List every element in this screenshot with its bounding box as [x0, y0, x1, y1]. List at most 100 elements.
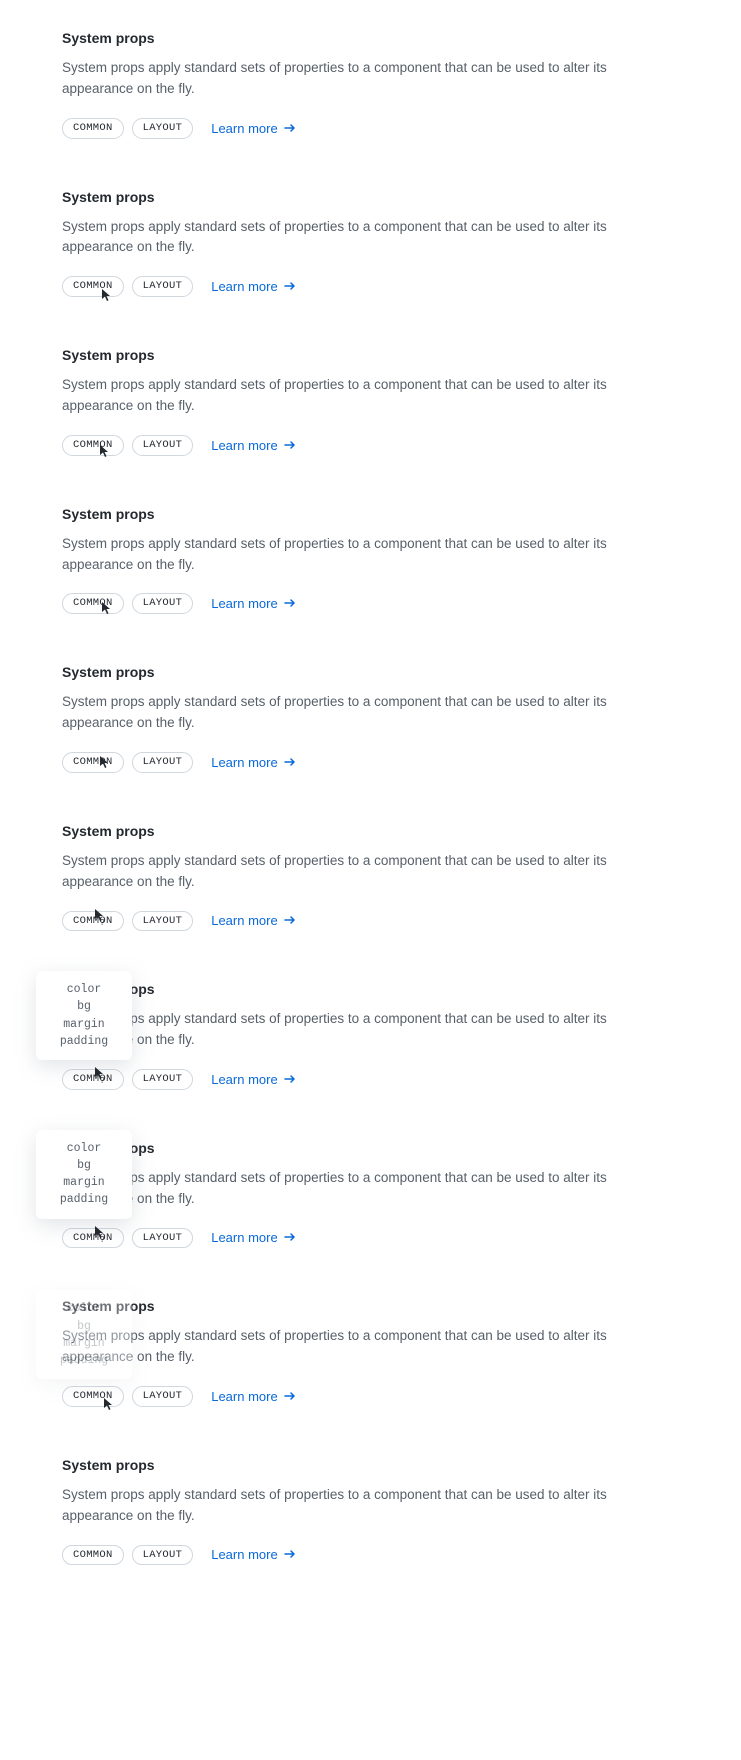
pill-common[interactable]: COMMON — [62, 752, 124, 773]
pill-common[interactable]: COMMON — [62, 911, 124, 932]
pill-common[interactable]: COMMON — [62, 1069, 124, 1090]
section-heading: System props — [62, 30, 679, 46]
tooltip: color bg margin padding — [36, 1290, 132, 1379]
tooltip-item: margin — [50, 1335, 118, 1352]
tooltip-item: padding — [50, 1191, 118, 1208]
pill-row: COMMON LAYOUT Learn more — [62, 1386, 679, 1407]
props-section: System props System props apply standard… — [62, 664, 679, 773]
pill-layout[interactable]: LAYOUT — [132, 1386, 194, 1407]
learn-more-label: Learn more — [211, 596, 277, 611]
pill-common[interactable]: COMMON — [62, 276, 124, 297]
learn-more-link[interactable]: Learn more — [211, 1547, 295, 1562]
pill-layout[interactable]: LAYOUT — [132, 435, 194, 456]
section-description: System props apply standard sets of prop… — [62, 1485, 679, 1527]
tooltip-item: padding — [50, 1352, 118, 1369]
pill-layout[interactable]: LAYOUT — [132, 118, 194, 139]
pill-row: COMMON LAYOUT Learn more — [62, 752, 679, 773]
pill-row: COMMON LAYOUT Learn more — [62, 1228, 679, 1249]
learn-more-link[interactable]: Learn more — [211, 755, 295, 770]
learn-more-link[interactable]: Learn more — [211, 596, 295, 611]
section-description: System props apply standard sets of prop… — [62, 534, 679, 576]
pill-layout[interactable]: LAYOUT — [132, 752, 194, 773]
pill-layout[interactable]: LAYOUT — [132, 1228, 194, 1249]
props-section: System props System props apply standard… — [62, 823, 679, 932]
section-description: System props apply standard sets of prop… — [62, 375, 679, 417]
pill-common[interactable]: COMMON — [62, 1545, 124, 1566]
section-heading: System props — [62, 189, 679, 205]
pill-row: COMMON LAYOUT Learn more — [62, 1545, 679, 1566]
props-section: System props System props apply standard… — [62, 30, 679, 139]
pill-common[interactable]: COMMON — [62, 1228, 124, 1249]
pill-common[interactable]: COMMON — [62, 118, 124, 139]
section-description: System props apply standard sets of prop… — [62, 1009, 679, 1051]
tooltip-item: color — [50, 1300, 118, 1317]
section-description: System props apply standard sets of prop… — [62, 851, 679, 893]
pill-row: COMMON LAYOUT Learn more — [62, 911, 679, 932]
pill-row: COMMON LAYOUT Learn more — [62, 1069, 679, 1090]
learn-more-label: Learn more — [211, 1389, 277, 1404]
tooltip-item: margin — [50, 1016, 118, 1033]
learn-more-label: Learn more — [211, 121, 277, 136]
learn-more-label: Learn more — [211, 279, 277, 294]
section-heading: System props — [62, 981, 679, 997]
pill-row: COMMON LAYOUT Learn more — [62, 118, 679, 139]
tooltip: color bg margin padding — [36, 1130, 132, 1219]
section-description: System props apply standard sets of prop… — [62, 217, 679, 259]
learn-more-link[interactable]: Learn more — [211, 438, 295, 453]
arrow-right-icon — [284, 1389, 296, 1404]
pill-row: COMMON LAYOUT Learn more — [62, 276, 679, 297]
learn-more-link[interactable]: Learn more — [211, 279, 295, 294]
section-heading: System props — [62, 1140, 679, 1156]
learn-more-link[interactable]: Learn more — [211, 913, 295, 928]
arrow-right-icon — [284, 121, 296, 136]
learn-more-label: Learn more — [211, 1547, 277, 1562]
pill-common[interactable]: COMMON — [62, 435, 124, 456]
pill-layout[interactable]: LAYOUT — [132, 276, 194, 297]
props-section: color bg margin padding System props Sys… — [62, 981, 679, 1090]
learn-more-label: Learn more — [211, 438, 277, 453]
section-heading: System props — [62, 1457, 679, 1473]
arrow-right-icon — [284, 279, 296, 294]
learn-more-label: Learn more — [211, 1072, 277, 1087]
learn-more-link[interactable]: Learn more — [211, 1230, 295, 1245]
pill-row: COMMON LAYOUT Learn more — [62, 435, 679, 456]
arrow-right-icon — [284, 1547, 296, 1562]
learn-more-link[interactable]: Learn more — [211, 1389, 295, 1404]
props-section: System props System props apply standard… — [62, 347, 679, 456]
section-heading: System props — [62, 664, 679, 680]
pill-layout[interactable]: LAYOUT — [132, 593, 194, 614]
props-section: color bg margin padding System props Sys… — [62, 1298, 679, 1407]
learn-more-label: Learn more — [211, 755, 277, 770]
learn-more-label: Learn more — [211, 1230, 277, 1245]
section-heading: System props — [62, 506, 679, 522]
arrow-right-icon — [284, 755, 296, 770]
section-description: System props apply standard sets of prop… — [62, 1326, 679, 1368]
tooltip-item: bg — [50, 1157, 118, 1174]
section-description: System props apply standard sets of prop… — [62, 58, 679, 100]
pill-row: COMMON LAYOUT Learn more — [62, 593, 679, 614]
tooltip-item: padding — [50, 1033, 118, 1050]
arrow-right-icon — [284, 438, 296, 453]
pill-common[interactable]: COMMON — [62, 593, 124, 614]
learn-more-link[interactable]: Learn more — [211, 1072, 295, 1087]
pill-layout[interactable]: LAYOUT — [132, 911, 194, 932]
pill-layout[interactable]: LAYOUT — [132, 1069, 194, 1090]
section-heading: System props — [62, 1298, 679, 1314]
pill-layout[interactable]: LAYOUT — [132, 1545, 194, 1566]
arrow-right-icon — [284, 596, 296, 611]
tooltip: color bg margin padding — [36, 971, 132, 1060]
props-section: color bg margin padding System props Sys… — [62, 1140, 679, 1249]
props-section: System props System props apply standard… — [62, 189, 679, 298]
pill-common[interactable]: COMMON — [62, 1386, 124, 1407]
learn-more-link[interactable]: Learn more — [211, 121, 295, 136]
section-description: System props apply standard sets of prop… — [62, 1168, 679, 1210]
tooltip-item: color — [50, 1140, 118, 1157]
tooltip-item: bg — [50, 998, 118, 1015]
tooltip-item: bg — [50, 1318, 118, 1335]
section-description: System props apply standard sets of prop… — [62, 692, 679, 734]
section-heading: System props — [62, 347, 679, 363]
props-section: System props System props apply standard… — [62, 506, 679, 615]
tooltip-item: color — [50, 981, 118, 998]
section-heading: System props — [62, 823, 679, 839]
arrow-right-icon — [284, 1230, 296, 1245]
